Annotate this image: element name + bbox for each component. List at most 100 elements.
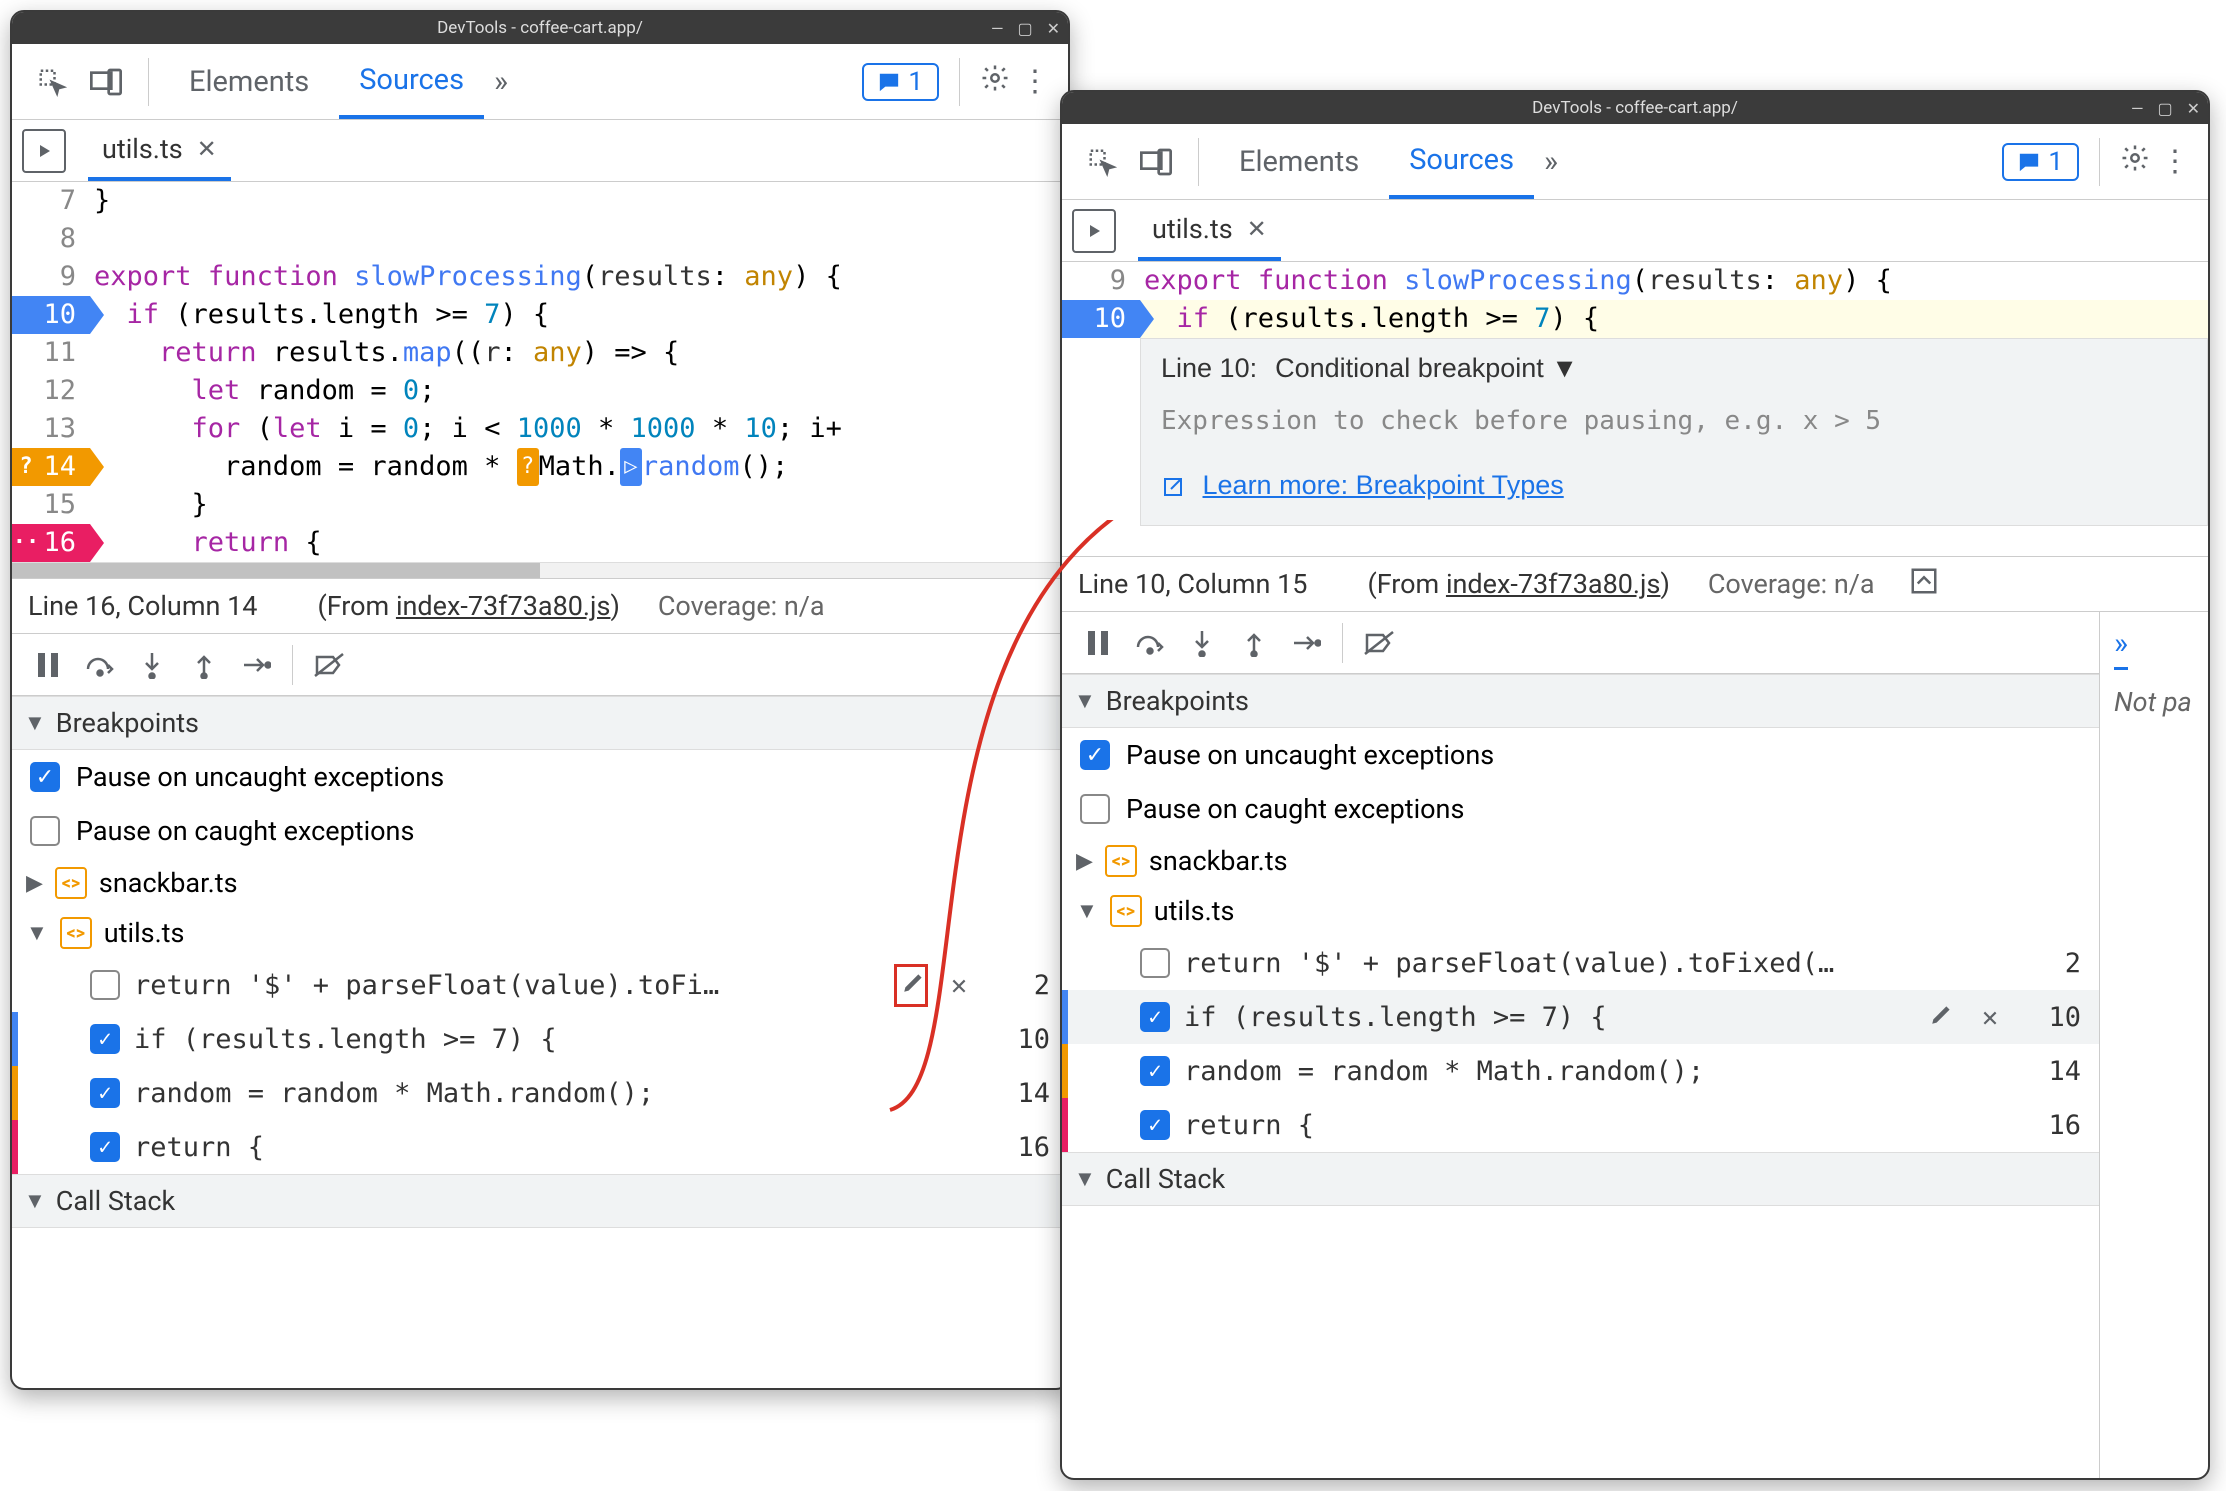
checkbox-unchecked-icon[interactable] (1140, 948, 1170, 978)
edit-breakpoint-icon[interactable] (1925, 1001, 1959, 1034)
tab-sources[interactable]: Sources (1389, 124, 1534, 199)
checkbox-checked-icon[interactable]: ✓ (1140, 1002, 1170, 1032)
file-group-utils[interactable]: ▼ <> utils.ts (12, 908, 1068, 958)
messages-badge[interactable]: 1 (2002, 143, 2079, 181)
bp-type-dropdown[interactable]: Conditional breakpoint ▼ (1275, 353, 1578, 384)
section-callstack[interactable]: ▼ Call Stack (1062, 1152, 2099, 1206)
step-icon[interactable] (1284, 621, 1328, 665)
close-tab-icon[interactable]: ✕ (197, 135, 217, 163)
file-group-snackbar[interactable]: ▶ <> snackbar.ts (12, 858, 1068, 908)
close-icon[interactable]: ✕ (2187, 99, 2200, 118)
step-over-icon[interactable] (1128, 621, 1172, 665)
checkbox-checked-icon[interactable]: ✓ (90, 1078, 120, 1108)
breakpoint-row[interactable]: return '$' + parseFloat(value).toFixed(…… (1062, 936, 2099, 990)
code-line[interactable]: 14? random = random * ?Math.▷random(); (12, 448, 1068, 486)
horizontal-scrollbar[interactable] (12, 562, 1068, 578)
messages-badge[interactable]: 1 (862, 63, 939, 101)
window-titlebar[interactable]: DevTools - coffee-cart.app/ — ▢ ✕ (12, 12, 1068, 44)
step-icon[interactable] (234, 643, 278, 687)
step-out-icon[interactable] (1232, 621, 1276, 665)
close-tab-icon[interactable]: ✕ (1247, 215, 1267, 243)
checkbox-checked-icon[interactable]: ✓ (1140, 1056, 1170, 1086)
settings-icon[interactable] (2120, 143, 2150, 181)
learn-more-link[interactable]: Learn more: Breakpoint Types (1203, 470, 1564, 500)
code-line[interactable]: 12 let random = 0; (12, 372, 1068, 410)
code-line[interactable]: 10 if (results.length >= 7) { (12, 296, 1068, 334)
section-callstack[interactable]: ▼ Call Stack (12, 1174, 1068, 1228)
window-titlebar[interactable]: DevTools - coffee-cart.app/ — ▢ ✕ (1062, 92, 2208, 124)
tab-sources[interactable]: Sources (339, 44, 484, 119)
step-into-icon[interactable] (130, 643, 174, 687)
file-tab-utils[interactable]: utils.ts ✕ (1138, 200, 1281, 261)
pause-caught-row[interactable]: Pause on caught exceptions (1062, 782, 2099, 836)
coverage-toggle-icon[interactable] (1909, 566, 1939, 603)
file-group-utils[interactable]: ▼ <> utils.ts (1062, 886, 2099, 936)
remove-breakpoint-icon[interactable]: ✕ (942, 970, 976, 1001)
kebab-menu-icon[interactable]: ⋮ (1020, 64, 1050, 99)
device-toggle-icon[interactable] (84, 60, 128, 104)
checkbox-checked-icon[interactable]: ✓ (90, 1024, 120, 1054)
pause-icon[interactable] (1076, 621, 1120, 665)
inspect-icon[interactable] (30, 60, 74, 104)
step-into-icon[interactable] (1180, 621, 1224, 665)
source-origin-link[interactable]: index-73f73a80.js (1446, 568, 1661, 600)
minimize-icon[interactable]: — (991, 19, 1004, 38)
more-tabs-icon[interactable]: » (494, 64, 508, 99)
source-origin-link[interactable]: index-73f73a80.js (396, 590, 611, 622)
code-line[interactable]: 15 } (12, 486, 1068, 524)
breakpoint-row[interactable]: ✓if (results.length >= 7) {✕10 (1062, 990, 2099, 1044)
file-tab-utils[interactable]: utils.ts ✕ (88, 120, 231, 181)
code-editor[interactable]: 7}89export function slowProcessing(resul… (12, 182, 1068, 562)
checkbox-checked-icon[interactable]: ✓ (90, 1132, 120, 1162)
inspect-icon[interactable] (1080, 140, 1124, 184)
code-line[interactable]: 13 for (let i = 0; i < 1000 * 1000 * 10;… (12, 410, 1068, 448)
file-group-snackbar[interactable]: ▶ <> snackbar.ts (1062, 836, 2099, 886)
remove-breakpoint-icon[interactable]: ✕ (1973, 1002, 2007, 1033)
code-line[interactable]: 9export function slowProcessing(results:… (1062, 262, 2208, 300)
checkbox-checked-icon[interactable]: ✓ (1140, 1110, 1170, 1140)
step-out-icon[interactable] (182, 643, 226, 687)
breakpoint-row[interactable]: ✓return {16 (1062, 1098, 2099, 1152)
more-tabs-icon[interactable]: » (2114, 626, 2128, 670)
deactivate-breakpoints-icon[interactable] (307, 643, 351, 687)
breakpoint-row[interactable]: ✓random = random * Math.random();14 (12, 1066, 1068, 1120)
code-line[interactable]: 10 if (results.length >= 7) { (1062, 300, 2208, 338)
kebab-menu-icon[interactable]: ⋮ (2160, 144, 2190, 179)
settings-icon[interactable] (980, 63, 1010, 101)
code-line[interactable]: 9export function slowProcessing(results:… (12, 258, 1068, 296)
deactivate-breakpoints-icon[interactable] (1357, 621, 1401, 665)
code-line[interactable]: 8 (12, 220, 1068, 258)
device-toggle-icon[interactable] (1134, 140, 1178, 184)
code-editor[interactable]: 9export function slowProcessing(results:… (1062, 262, 2208, 338)
pause-uncaught-row[interactable]: ✓ Pause on uncaught exceptions (1062, 728, 2099, 782)
navigator-toggle-icon[interactable] (1072, 209, 1116, 253)
code-line[interactable]: 16·· return { (12, 524, 1068, 562)
checkbox-unchecked-icon[interactable] (90, 970, 120, 1000)
code-line[interactable]: 11 return results.map((r: any) => { (12, 334, 1068, 372)
pause-caught-row[interactable]: Pause on caught exceptions (12, 804, 1068, 858)
maximize-icon[interactable]: ▢ (2157, 99, 2172, 118)
edit-breakpoint-icon[interactable] (894, 964, 928, 1007)
section-breakpoints[interactable]: ▼ Breakpoints (12, 696, 1068, 750)
section-breakpoints[interactable]: ▼ Breakpoints (1062, 674, 2099, 728)
code-line[interactable]: 7} (12, 182, 1068, 220)
tab-elements[interactable]: Elements (169, 44, 329, 119)
checkbox-checked-icon[interactable]: ✓ (1080, 740, 1110, 770)
pause-icon[interactable] (26, 643, 70, 687)
pause-uncaught-row[interactable]: ✓ Pause on uncaught exceptions (12, 750, 1068, 804)
checkbox-unchecked-icon[interactable] (1080, 794, 1110, 824)
breakpoint-row[interactable]: ✓random = random * Math.random();14 (1062, 1044, 2099, 1098)
tab-elements[interactable]: Elements (1219, 124, 1379, 199)
navigator-toggle-icon[interactable] (22, 129, 66, 173)
checkbox-unchecked-icon[interactable] (30, 816, 60, 846)
breakpoint-row[interactable]: return '$' + parseFloat(value).toFi…✕2 (12, 958, 1068, 1012)
bp-condition-input[interactable]: Expression to check before pausing, e.g.… (1161, 402, 2187, 440)
step-over-icon[interactable] (78, 643, 122, 687)
maximize-icon[interactable]: ▢ (1017, 19, 1032, 38)
breakpoint-row[interactable]: ✓if (results.length >= 7) {10 (12, 1012, 1068, 1066)
checkbox-checked-icon[interactable]: ✓ (30, 762, 60, 792)
more-tabs-icon[interactable]: » (1544, 144, 1558, 179)
breakpoint-row[interactable]: ✓return {16 (12, 1120, 1068, 1174)
minimize-icon[interactable]: — (2131, 99, 2144, 118)
close-icon[interactable]: ✕ (1047, 19, 1060, 38)
